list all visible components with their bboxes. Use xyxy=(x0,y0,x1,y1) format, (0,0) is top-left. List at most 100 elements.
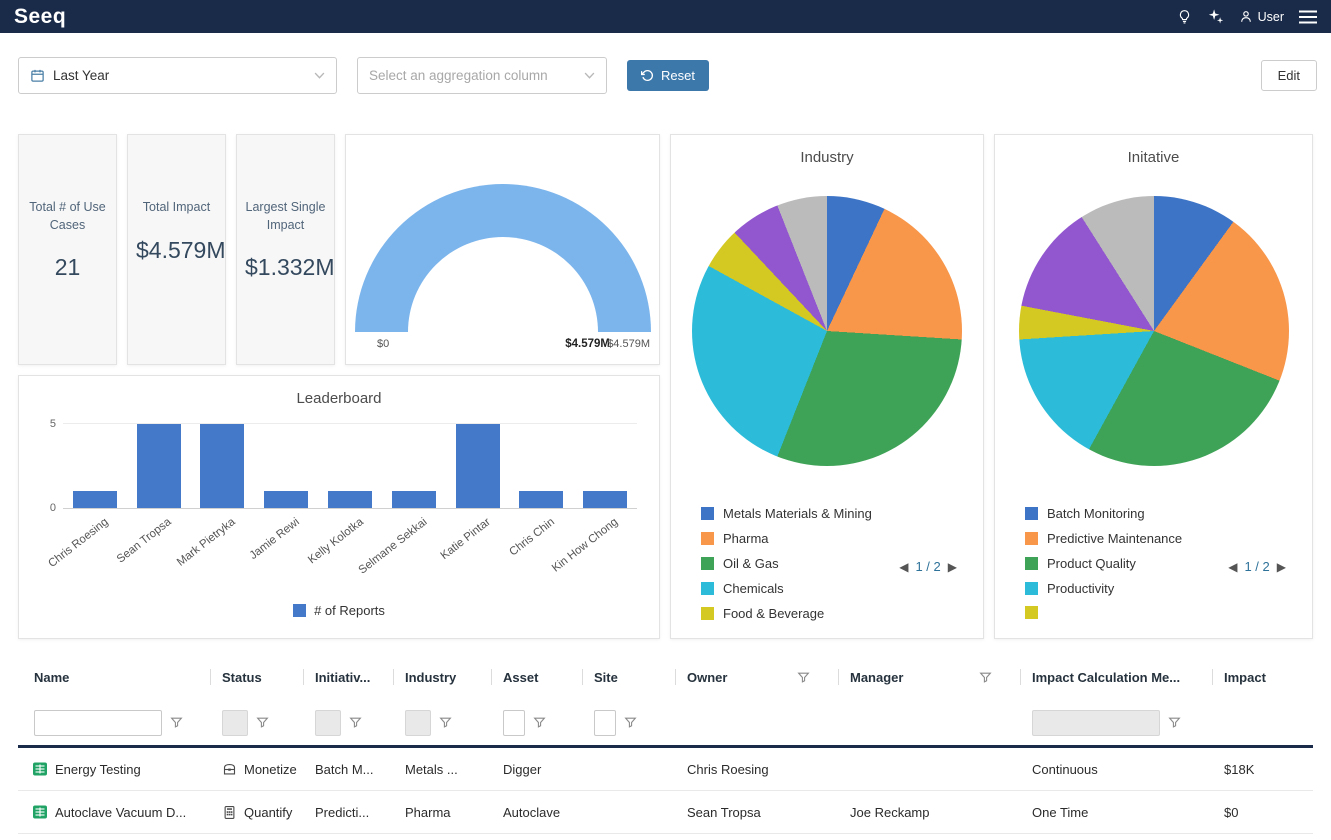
cell-impact-calculation-me: Continuous xyxy=(1020,748,1212,790)
column-header-initiativ[interactable]: Initiativ... xyxy=(303,654,393,700)
column-header-label: Industry xyxy=(405,670,456,685)
filter-input-initiativ[interactable] xyxy=(315,710,341,736)
column-header-impact-calculation-me[interactable]: Impact Calculation Me... xyxy=(1020,654,1212,700)
column-header-industry[interactable]: Industry xyxy=(393,654,491,700)
table-filter-row xyxy=(18,700,1313,745)
filter-funnel-icon[interactable] xyxy=(979,671,992,684)
leaderboard-legend[interactable]: # of Reports xyxy=(19,603,659,618)
user-menu[interactable]: User xyxy=(1239,9,1284,24)
legend-label: # of Reports xyxy=(314,603,385,618)
pager-prev-icon[interactable]: ◀ xyxy=(1228,560,1237,574)
bar[interactable] xyxy=(137,424,181,508)
edit-button[interactable]: Edit xyxy=(1261,60,1317,91)
chart-title: Industry xyxy=(671,149,983,166)
x-axis-label: Jamie Rewi xyxy=(247,516,301,562)
bar-slot xyxy=(382,424,446,508)
cell-text: Batch M... xyxy=(315,762,374,777)
calendar-icon xyxy=(30,68,45,83)
dashboard: Total # of Use Cases 21 Total Impact $4.… xyxy=(18,134,1313,639)
column-header-label: Impact Calculation Me... xyxy=(1032,670,1180,685)
filter-funnel-icon[interactable] xyxy=(349,716,362,729)
kpi-label: Total # of Use Cases xyxy=(27,199,108,234)
lightbulb-icon[interactable] xyxy=(1177,9,1192,25)
initiative-pie-chart[interactable] xyxy=(1019,196,1289,466)
column-header-owner[interactable]: Owner xyxy=(675,654,838,700)
filter-funnel-icon[interactable] xyxy=(256,716,269,729)
x-label-slot: Mark Pietryka xyxy=(191,509,255,595)
legend-swatch xyxy=(1025,507,1038,520)
legend-item[interactable]: Metals Materials & Mining xyxy=(701,506,983,521)
filter-input-site[interactable] xyxy=(594,710,616,736)
bar[interactable] xyxy=(328,491,372,508)
impact-gauge-card: $0 $4.579M $4.579M xyxy=(345,134,660,365)
filter-funnel-icon[interactable] xyxy=(624,716,637,729)
pager-next-icon[interactable]: ▶ xyxy=(1277,560,1286,574)
filter-funnel-icon[interactable] xyxy=(439,716,452,729)
bar[interactable] xyxy=(73,491,117,508)
filter-funnel-icon[interactable] xyxy=(170,716,183,729)
bar[interactable] xyxy=(583,491,627,508)
legend-item[interactable]: Batch Monitoring xyxy=(1025,506,1312,521)
bar[interactable] xyxy=(264,491,308,508)
pager-next-icon[interactable]: ▶ xyxy=(948,560,957,574)
industry-pie-chart[interactable] xyxy=(692,196,962,466)
legend-item[interactable]: Chemicals xyxy=(701,581,983,596)
cell-industry: Metals ... xyxy=(393,748,491,790)
seeq-logo[interactable]: Seeq xyxy=(14,5,66,29)
chevron-down-icon xyxy=(314,72,325,79)
leaderboard-card: Leaderboard 5 0 Chris RoesingSean Tropsa… xyxy=(18,375,660,639)
column-header-manager[interactable]: Manager xyxy=(838,654,1020,700)
cell-text: Digger xyxy=(503,762,541,777)
cell-site xyxy=(582,791,675,833)
legend-item[interactable] xyxy=(1025,606,1312,619)
legend-item[interactable]: Food & Beverage xyxy=(701,606,983,621)
cell-text: Pharma xyxy=(405,805,451,820)
table-row[interactable]: Energy TestingMonetizeBatch M...Metals .… xyxy=(18,748,1313,791)
legend-item[interactable]: Pharma xyxy=(701,531,983,546)
hamburger-menu-icon[interactable] xyxy=(1299,10,1317,24)
date-range-select[interactable]: Last Year xyxy=(18,57,337,94)
column-header-impact[interactable]: Impact xyxy=(1212,654,1313,700)
filter-input-asset[interactable] xyxy=(503,710,525,736)
cell-text: Quantify xyxy=(244,805,292,820)
top-navbar: Seeq User xyxy=(0,0,1331,33)
legend-item[interactable]: Predictive Maintenance xyxy=(1025,531,1312,546)
monetize-icon xyxy=(222,762,237,777)
bar-slot xyxy=(446,424,510,508)
table-body: Energy TestingMonetizeBatch M...Metals .… xyxy=(18,748,1313,834)
column-header-name[interactable]: Name xyxy=(18,654,210,700)
table-row[interactable]: Autoclave Vacuum D...QuantifyPredicti...… xyxy=(18,791,1313,834)
bar[interactable] xyxy=(392,491,436,508)
kpi-largest-single-impact: Largest Single Impact $1.332M xyxy=(236,134,335,365)
pager-label: 1 / 2 xyxy=(915,559,940,574)
legend-label: Pharma xyxy=(723,531,769,546)
sparkles-icon[interactable] xyxy=(1207,8,1224,25)
filter-input-impact-calculation-me[interactable] xyxy=(1032,710,1160,736)
cell-impact-calculation-me: One Time xyxy=(1020,791,1212,833)
column-header-asset[interactable]: Asset xyxy=(491,654,582,700)
filter-input-industry[interactable] xyxy=(405,710,431,736)
bar[interactable] xyxy=(200,424,244,508)
filter-funnel-icon[interactable] xyxy=(797,671,810,684)
cell-impact: $0 xyxy=(1212,791,1313,833)
pager-prev-icon[interactable]: ◀ xyxy=(899,560,908,574)
legend-swatch xyxy=(701,507,714,520)
column-header-site[interactable]: Site xyxy=(582,654,675,700)
bar[interactable] xyxy=(456,424,500,508)
column-header-status[interactable]: Status xyxy=(210,654,303,700)
cell-text: Predicti... xyxy=(315,805,369,820)
aggregation-select[interactable]: Select an aggregation column xyxy=(357,57,607,94)
legend-label: Batch Monitoring xyxy=(1047,506,1145,521)
user-label: User xyxy=(1258,10,1284,24)
bar[interactable] xyxy=(519,491,563,508)
bar-slot xyxy=(318,424,382,508)
filter-funnel-icon[interactable] xyxy=(1168,716,1181,729)
filter-funnel-icon[interactable] xyxy=(533,716,546,729)
filter-input-status[interactable] xyxy=(222,710,248,736)
legend-item[interactable]: Productivity xyxy=(1025,581,1312,596)
legend-swatch xyxy=(701,532,714,545)
leaderboard-bars xyxy=(63,424,637,508)
filter-input-name[interactable] xyxy=(34,710,162,736)
leaderboard-x-labels: Chris RoesingSean TropsaMark PietrykaJam… xyxy=(63,509,637,595)
reset-button[interactable]: Reset xyxy=(627,60,709,91)
